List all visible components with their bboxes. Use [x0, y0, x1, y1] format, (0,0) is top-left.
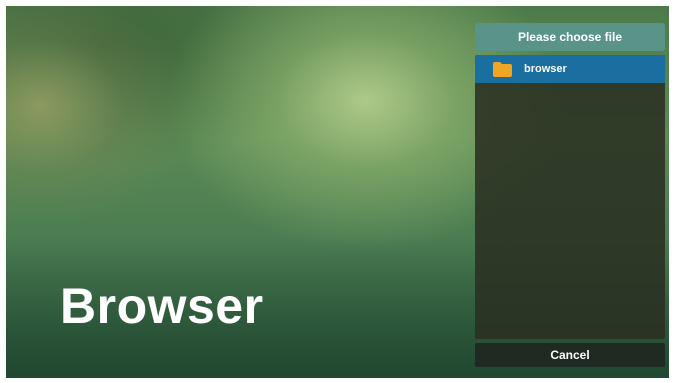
- folder-icon: [493, 62, 512, 77]
- dialog-title: Please choose file: [475, 23, 665, 51]
- cancel-button[interactable]: Cancel: [475, 343, 665, 367]
- list-item-label: browser: [524, 63, 567, 75]
- tv-screen: Browser Please choose file browser Cance…: [6, 6, 669, 378]
- file-chooser-dialog: Please choose file browser Cancel: [475, 23, 665, 373]
- file-list[interactable]: browser: [475, 55, 665, 339]
- list-item-browser-folder[interactable]: browser: [475, 55, 665, 83]
- app-title: Browser: [60, 278, 264, 334]
